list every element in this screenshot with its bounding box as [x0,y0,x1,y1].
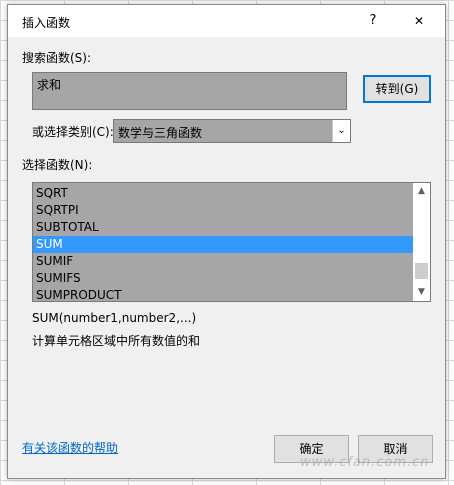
list-item[interactable]: SUMPRODUCT [33,287,414,301]
close-icon[interactable]: ✕ [407,11,431,31]
watermark: www.cfan.com.cn [300,455,430,470]
list-item[interactable]: SUBTOTAL [33,219,414,236]
scroll-up-icon[interactable]: ▲ [413,183,430,200]
list-scrollbar[interactable]: ▲ ▼ [413,183,430,301]
category-value: 数学与三角函数 [118,126,203,140]
category-label: 或选择类别(C): [32,125,114,139]
function-description: 计算单元格区域中所有数值的和 [32,334,201,348]
scroll-down-icon[interactable]: ▼ [413,284,430,301]
search-input[interactable]: 求和 [32,72,347,110]
insert-function-dialog: 插入函数 ? ✕ 搜索函数(S): 求和 转到(G) 或选择类别(C): 数学与… [7,4,446,479]
search-label: 搜索函数(S): [22,51,92,65]
function-list[interactable]: SQRT SQRTPI SUBTOTAL SUM SUMIF SUMIFS SU… [32,182,431,302]
scroll-thumb[interactable] [415,263,428,279]
functions-label: 选择函数(N): [22,158,93,172]
function-syntax: SUM(number1,number2,...) [32,311,197,325]
chevron-down-icon[interactable]: ⌄ [332,120,350,142]
category-select[interactable]: 数学与三角函数 ⌄ [113,119,351,143]
list-item[interactable]: SUMIF [33,253,414,270]
dialog-title: 插入函数 [22,16,71,30]
function-help-link[interactable]: 有关该函数的帮助 [22,439,118,456]
help-button[interactable]: ? [361,11,385,31]
list-item-selected[interactable]: SUM [33,236,414,253]
list-item[interactable]: SQRT [33,185,414,202]
goto-button[interactable]: 转到(G) [363,75,431,103]
list-item[interactable]: SQRTPI [33,202,414,219]
title-bar: 插入函数 ? ✕ [8,5,445,37]
list-item[interactable]: SUMIFS [33,270,414,287]
